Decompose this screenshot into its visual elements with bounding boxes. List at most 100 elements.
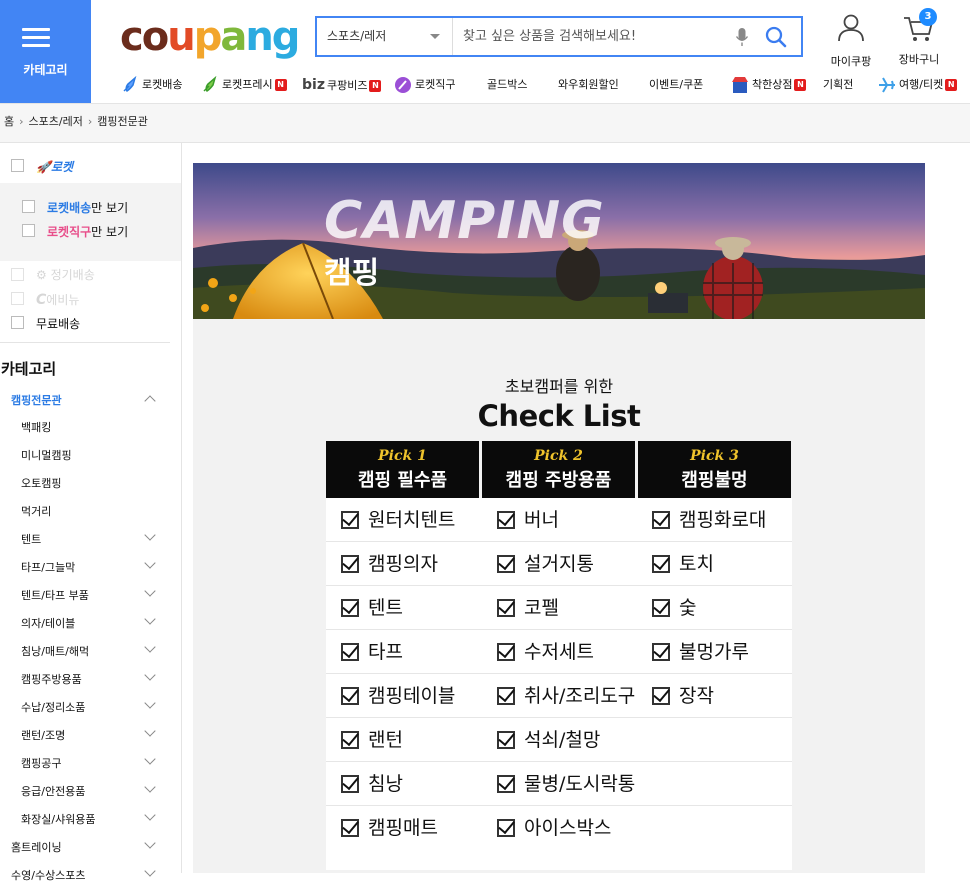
pick-1-header: Pick 1 캠핑 필수품: [326, 441, 479, 498]
category-heading: 카테고리: [1, 360, 57, 378]
chevron-down-icon[interactable]: [144, 781, 156, 793]
checkbox-checked-icon: [497, 643, 515, 661]
camping-banner: CAMPING 캠핑: [193, 163, 925, 319]
checkbox-checked-icon: [497, 687, 515, 705]
global-icon: [395, 77, 411, 93]
checklist-title: Check List: [477, 399, 641, 433]
microphone-icon[interactable]: [735, 27, 749, 47]
nav-rocket-delivery[interactable]: 로켓배송: [121, 75, 182, 95]
category-item-top[interactable]: 홈트레이닝: [11, 839, 62, 855]
nav-wow-discount[interactable]: 와우회원할인: [558, 75, 619, 95]
sidebar: 🚀로켓 로켓배송만 보기 로켓직구만 보기 ⚙ 정기배송 C에비뉴 무료배송 카…: [0, 143, 182, 882]
checkbox-checked-icon: [652, 643, 670, 661]
search-input[interactable]: [454, 18, 724, 55]
checkbox-checked-icon: [497, 819, 515, 837]
breadcrumb-camping[interactable]: 캠핑전문관: [97, 115, 148, 128]
avenue-icon: C: [36, 292, 47, 308]
rocket-delivery-only[interactable]: 로켓배송만 보기: [47, 199, 128, 216]
chevron-down-icon[interactable]: [144, 669, 156, 681]
chevron-down-icon[interactable]: [144, 613, 156, 625]
subscription-label: ⚙ 정기배송: [36, 268, 95, 282]
search-icon[interactable]: [765, 26, 787, 48]
category-item[interactable]: 미니멀캠핑: [21, 447, 72, 463]
checkbox-checked-icon: [341, 731, 359, 749]
category-item[interactable]: 수납/정리소품: [21, 699, 85, 715]
nav-event-coupon[interactable]: 이벤트/쿠폰: [649, 75, 703, 95]
avenue-label: C에비뉴: [36, 292, 80, 308]
checkbox-checked-icon: [341, 555, 359, 573]
user-icon: [838, 14, 864, 42]
checklist-pick-headers: Pick 1 캠핑 필수품 Pick 2 캠핑 주방용품 Pick 3 캠핑불멍: [326, 441, 792, 498]
nav-goldbox[interactable]: 골드박스: [487, 75, 527, 95]
checkbox-checked-icon: [341, 687, 359, 705]
free-shipping-checkbox[interactable]: [11, 316, 24, 329]
chevron-up-icon[interactable]: [144, 395, 156, 407]
checklist-row: 침낭 물병/도시락통: [326, 762, 792, 806]
category-item[interactable]: 캠핑주방용품: [21, 671, 82, 687]
rocket-filter-checkbox[interactable]: [11, 159, 24, 172]
nav-good-store[interactable]: 착한상점 N: [731, 75, 807, 95]
category-item[interactable]: 의자/테이블: [21, 615, 75, 631]
nav-coupang-biz[interactable]: biz 쿠팡비즈 N: [302, 75, 382, 95]
avenue-checkbox[interactable]: [11, 292, 24, 305]
chevron-down-icon[interactable]: [144, 585, 156, 597]
rocket-icon: 🚀: [36, 160, 51, 174]
divider: [0, 342, 170, 343]
nav-exhibition[interactable]: 기획전: [823, 75, 853, 95]
category-item[interactable]: 오토캠핑: [21, 475, 61, 491]
chevron-down-icon[interactable]: [144, 865, 156, 877]
category-item[interactable]: 텐트: [21, 531, 41, 547]
chevron-down-icon[interactable]: [144, 753, 156, 765]
checklist-row: 랜턴 석쇠/철망: [326, 718, 792, 762]
checkbox-checked-icon: [497, 731, 515, 749]
rocket-global-checkbox[interactable]: [22, 224, 35, 237]
category-item[interactable]: 캠핑공구: [21, 755, 61, 771]
my-coupang-link[interactable]: 마이쿠팡: [826, 12, 876, 69]
free-shipping-label: 무료배송: [36, 317, 81, 331]
checkbox-checked-icon: [341, 819, 359, 837]
checkbox-checked-icon: [652, 511, 670, 529]
rocket-fresh-icon: [203, 76, 217, 93]
category-item[interactable]: 타프/그늘막: [21, 559, 75, 575]
checkbox-checked-icon: [652, 555, 670, 573]
biz-icon: biz: [302, 77, 325, 93]
subscription-checkbox[interactable]: [11, 268, 24, 281]
chevron-down-icon[interactable]: [144, 641, 156, 653]
rocket-delivery-checkbox[interactable]: [22, 200, 35, 213]
category-item[interactable]: 침낭/매트/해먹: [21, 643, 89, 659]
hamburger-icon: [22, 28, 50, 47]
chevron-down-icon[interactable]: [144, 837, 156, 849]
nav-rocket-fresh[interactable]: 로켓프레시 N: [201, 75, 287, 95]
checkbox-checked-icon: [497, 511, 515, 529]
category-menu-button[interactable]: 카테고리: [0, 0, 91, 103]
category-item[interactable]: 랜턴/조명: [21, 727, 65, 743]
category-item[interactable]: 텐트/타프 부품: [21, 587, 89, 603]
category-item[interactable]: 백패킹: [21, 419, 51, 435]
category-current[interactable]: 캠핑전문관: [11, 392, 62, 408]
breadcrumb-sports[interactable]: 스포츠/레저: [29, 115, 83, 128]
chevron-down-icon[interactable]: [144, 809, 156, 821]
chevron-down-icon[interactable]: [144, 725, 156, 737]
coupang-logo[interactable]: coupang: [120, 12, 300, 62]
checklist-row: 타프 수저세트 불멍가루: [326, 630, 792, 674]
search-category-select[interactable]: 스포츠/레저: [317, 18, 453, 55]
checklist-row: 텐트 코펠 숯: [326, 586, 792, 630]
checklist-row: 원터치텐트 버너 캠핑화로대: [326, 498, 792, 542]
category-item-top[interactable]: 수영/수상스포츠: [11, 867, 86, 883]
category-item[interactable]: 화장실/샤워용품: [21, 811, 96, 827]
category-item[interactable]: 먹거리: [21, 503, 51, 519]
cart-link[interactable]: 3 장바구니: [893, 8, 945, 67]
nav-rocket-global[interactable]: 로켓직구: [394, 75, 455, 95]
checklist-subtitle: 초보캠퍼를 위한: [504, 377, 614, 396]
category-item[interactable]: 응급/안전용품: [21, 783, 85, 799]
plane-icon: [879, 77, 895, 93]
checkbox-checked-icon: [341, 511, 359, 529]
breadcrumb-home[interactable]: 홈: [4, 115, 14, 128]
rocket-global-only[interactable]: 로켓직구만 보기: [47, 223, 128, 240]
checklist-heading: 초보캠퍼를 위한 Check List: [193, 373, 925, 433]
chevron-down-icon[interactable]: [144, 529, 156, 541]
chevron-down-icon[interactable]: [144, 697, 156, 709]
chevron-down-icon[interactable]: [144, 557, 156, 569]
rocket-subfilters: 로켓배송만 보기 로켓직구만 보기: [0, 183, 181, 261]
nav-travel-ticket[interactable]: 여행/티켓 N: [878, 75, 958, 95]
